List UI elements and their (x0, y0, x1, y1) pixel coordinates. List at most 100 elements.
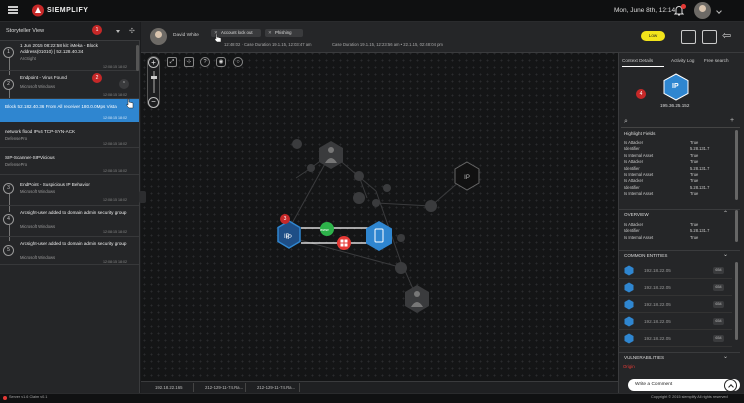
zoom-in-button[interactable]: + (148, 57, 159, 68)
list-item-source: Microsoft Windows (20, 84, 56, 89)
field-key: Is Internal Asset (624, 152, 654, 158)
field-key: Is Internal Asset (624, 172, 654, 177)
entity-ip: 192.18.22.05 (644, 285, 671, 290)
layout-icon[interactable]: ⊹ (184, 57, 194, 67)
user-avatar[interactable] (694, 2, 711, 19)
right-scrollbar[interactable] (735, 262, 738, 340)
user-node-icon (405, 285, 429, 313)
dropdown-caret-icon[interactable] (116, 30, 120, 33)
field-value: True (690, 172, 699, 177)
assignee-name: David White (173, 33, 199, 38)
user-node-icon (319, 141, 343, 169)
entity-graph: IP IP (277, 139, 480, 313)
entity-type: IP (672, 83, 679, 90)
zoom-slider[interactable] (153, 71, 155, 93)
entity-ip: 192.18.22.05 (644, 302, 671, 307)
list-item-time: 12:08:15 18:02 (103, 230, 127, 234)
help-icon[interactable]: ? (200, 57, 210, 67)
case-meta-1: 12:48:02 · Case Duration 19.1.15, 12:03:… (224, 42, 312, 47)
list-item-title: 1 Jun 2015 08:22:58 kit: iMeka - Block A… (20, 43, 98, 54)
context-search-input[interactable] (621, 118, 740, 128)
overview-title[interactable]: OVERVIEW (618, 209, 740, 219)
list-item-title: SIP-Scanner-SIPVicious (5, 155, 55, 160)
right-scrollbar[interactable] (735, 130, 738, 200)
field-value: True (690, 222, 699, 227)
entity-count: 654 (713, 335, 724, 342)
field-value: True (690, 178, 699, 184)
fit-screen-icon[interactable]: ⤢ (167, 57, 177, 67)
field-value: True (690, 152, 699, 158)
menu-icon[interactable] (8, 6, 18, 14)
step-number: 2 (3, 79, 14, 90)
back-arrow-icon[interactable]: ⇦ (722, 30, 737, 44)
view-selector-label: Storyteller View (6, 28, 45, 34)
entity-count: 654 (713, 267, 724, 274)
field-value: 5.28.131.7 (690, 146, 710, 152)
entity-count: 654 (713, 284, 724, 291)
version-info: Server v1.6 Claim v0.1 (9, 395, 48, 399)
list-item-source: DefensePro (5, 162, 28, 167)
add-icon[interactable]: + (730, 117, 734, 124)
ip-entity-icon (624, 282, 634, 293)
chevron-down-icon[interactable]: ⌄ (723, 353, 728, 360)
case-meta-2: Case Duration 19.1.15, 12:23:56 am • 22.… (332, 42, 443, 47)
step-number: 1 (3, 47, 14, 58)
case-header (141, 22, 618, 53)
chevron-up-icon[interactable]: ⌃ (119, 79, 129, 89)
list-item-source: ArcSight (20, 56, 36, 61)
www-label: www (320, 227, 329, 232)
list-item-title: network flood IPv4 TCP-SYN-ACK (5, 129, 76, 134)
list-item-time: 12:08:15 18:02 (103, 169, 127, 173)
ip-entity-icon (624, 333, 634, 344)
right-scrollbar[interactable] (735, 210, 738, 242)
tag-label: Account lock out (221, 30, 253, 35)
chevron-down-icon[interactable]: ⌄ (723, 251, 728, 258)
list-item-title: Arcsight-user added to domain admin secu… (20, 241, 127, 246)
field-key: Identifier (624, 146, 640, 152)
list-item-time: 12:08:15 18:02 (103, 65, 127, 69)
app-name: SIEMPLIFY (47, 7, 89, 14)
chevron-up-icon[interactable]: ⌃ (723, 210, 728, 217)
field-value: True (690, 159, 699, 165)
camera-icon[interactable]: ◉ (216, 57, 226, 67)
save-icon[interactable] (702, 30, 717, 44)
active-tab-indicator (622, 66, 664, 67)
step-number: 5 (3, 245, 14, 256)
graph-tab[interactable]: 212-129-11-74.Ra... (248, 383, 300, 392)
list-item-title: EndPoint - Suspicious IP Behavior (20, 182, 90, 187)
callout-badge-3: 3 (280, 214, 290, 224)
field-key: Is Internal Asset (624, 234, 654, 240)
list-item-source: Microsoft Windows (20, 224, 56, 229)
zoom-slider-handle[interactable] (151, 76, 157, 79)
assignee-avatar[interactable] (150, 28, 167, 45)
callout-badge-2: 2 (92, 73, 102, 83)
entity-count: 654 (713, 301, 724, 308)
filter-icon[interactable]: ✣ (129, 27, 138, 36)
field-key: Identifier (624, 165, 640, 171)
server-status-dot (3, 396, 7, 400)
vulnerabilities-title[interactable]: VULNERABILITIES (618, 352, 740, 362)
field-value: 5.28.131.7 (690, 184, 710, 190)
tab-activity-log[interactable]: Activity Log (671, 58, 695, 63)
assign-icon[interactable] (681, 30, 696, 44)
graph-tab[interactable]: 212-129-11-74.Ra... (196, 383, 246, 392)
left-scrollbar[interactable] (136, 45, 139, 71)
priority-badge[interactable]: Low (641, 31, 665, 41)
list-item-time: 12:08:15 18:02 (103, 93, 127, 97)
callout-badge-4: 4 (636, 89, 646, 99)
field-key: Is Attacker (624, 178, 644, 184)
tab-context-details[interactable]: Context Details (622, 58, 653, 63)
search-icon[interactable]: ○ (233, 57, 243, 67)
vulnerability-item[interactable]: Origin (623, 364, 635, 369)
tag-phishing[interactable]: ✕ Phishing (265, 29, 303, 37)
windows-node (337, 236, 351, 250)
list-item-title: Endpoint - Virus Found (20, 75, 67, 80)
tab-free-search[interactable]: Free search (704, 58, 729, 63)
svg-text:IP: IP (464, 175, 470, 181)
comment-toggle-button[interactable] (724, 379, 737, 392)
ip-entity-icon (624, 265, 634, 276)
graph-tab[interactable]: 192.18.22.165 (146, 383, 194, 392)
datetime: Mon, June 8th, 12:14 (614, 7, 676, 14)
common-entities-title[interactable]: COMMON ENTITIES (618, 250, 740, 260)
zoom-out-button[interactable]: − (148, 97, 159, 108)
